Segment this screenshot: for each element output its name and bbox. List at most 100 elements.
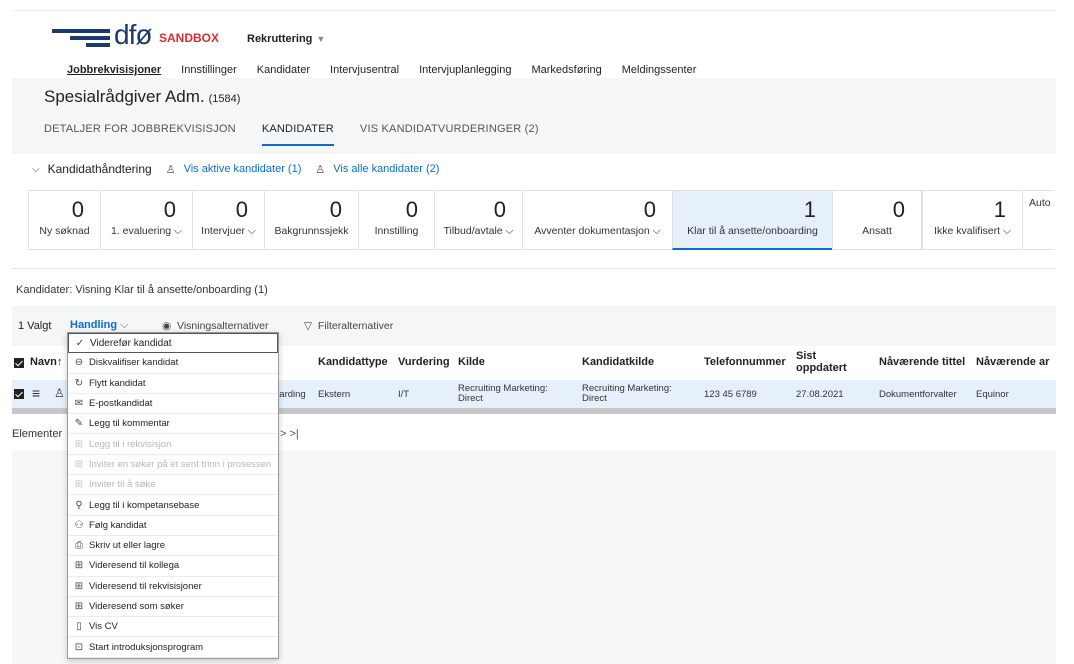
menu-item-3[interactable]: ✉ E-postkandidat [68, 394, 278, 415]
menu-item-2[interactable]: ↻ Flytt kandidat [68, 374, 278, 394]
menu-item-0[interactable]: ✓ Viderefør kandidat [68, 333, 278, 354]
status-label: Bakgrunnssjekk [274, 225, 349, 237]
view-options-button[interactable]: ◉ Visningsalternativer [162, 320, 268, 332]
menu-item-label: E-postkandidat [89, 398, 153, 410]
status-count: 0 [329, 197, 342, 222]
status-tile-2[interactable]: 0 Intervjuer ⌵ [192, 190, 264, 250]
menu-item-label: Flytt kandidat [89, 377, 146, 389]
chevron-down-icon: ▼ [316, 34, 326, 44]
onboarding-icon: ⊡ [74, 641, 84, 653]
pager-next-last[interactable]: > >| [280, 428, 299, 440]
row-checkbox[interactable] [14, 389, 24, 399]
menu-item-label: Følg kandidat [89, 519, 147, 531]
status-count: 0 [892, 197, 905, 222]
column-current-employer[interactable]: Nåværende ar [976, 356, 1049, 368]
forward-icon: ⊞ [74, 560, 84, 572]
menu-item-label: Skriv ut eller lagre [89, 540, 166, 552]
status-tile-8[interactable]: 0 Ansatt [832, 190, 922, 250]
status-tile-1[interactable]: 0 1. evaluering ⌵ [100, 190, 192, 250]
column-name[interactable]: Navn↑ [30, 356, 62, 368]
status-count: 0 [405, 197, 418, 222]
menu-item-9[interactable]: ⚇ Følg kandidat [68, 516, 278, 536]
logo-text: dfø [114, 19, 152, 50]
nav-item-0[interactable]: Jobbrekvisisjoner [67, 64, 161, 76]
email-icon: ✉ [74, 398, 84, 410]
check-icon: ✓ [75, 337, 85, 349]
all-candidates-link[interactable]: Vis alle kandidater (2) [333, 163, 439, 175]
nav-item-6[interactable]: Meldingssenter [622, 64, 697, 76]
menu-item-label: Videresend til rekvisisjoner [89, 580, 202, 592]
status-count: 0 [71, 197, 84, 222]
select-all-checkbox[interactable] [14, 358, 24, 368]
status-tile-7[interactable]: 1 Klar til å ansette/onboarding [672, 190, 832, 250]
person-icon: ♙ [315, 163, 326, 176]
menu-item-7: ⊞ Inviter til å søke [68, 475, 278, 496]
nav-item-3[interactable]: Intervjusentral [330, 64, 399, 76]
app-switcher[interactable]: Rekruttering ▼ [247, 33, 325, 45]
nav-item-1[interactable]: Innstillinger [181, 64, 237, 76]
column-phone[interactable]: Telefonnummer [704, 356, 786, 368]
menu-item-11[interactable]: ⊞ Videresend til kollega [68, 556, 278, 577]
menu-item-5: ⊞ Legg til i rekvisisjon [68, 434, 278, 455]
status-tile-right-0[interactable]: 1 Ikke kvalifisert ⌵ [922, 190, 1022, 250]
row-menu-icon[interactable]: ≡ [32, 386, 40, 400]
shell-header: dfø SANDBOX Rekruttering ▼ Jobbrekvisisjo… [12, 10, 1056, 78]
menu-item-label: Inviter til å søke [89, 479, 156, 491]
page-title: Spesialrådgiver Adm. (1584) [44, 87, 240, 107]
requisition-header: Spesialrådgiver Adm. (1584) DETALJER FOR … [12, 78, 1056, 154]
top-nav: Jobbrekvisisjoner Innstillinger Kandidater… [67, 64, 716, 76]
tab-details[interactable]: DETALJER FOR JOBBREKVISISJON [44, 123, 236, 146]
nav-item-2[interactable]: Kandidater [257, 64, 310, 76]
column-candidate-type[interactable]: Kandidattype [318, 356, 388, 368]
dfo-logo[interactable]: dfø SANDBOX [52, 19, 224, 55]
menu-item-13[interactable]: ⊞ Videresend som søker [68, 597, 278, 618]
status-tile-5[interactable]: 0 Tilbud/avtale ⌵ [434, 190, 522, 250]
follow-icon: ⚇ [74, 519, 84, 531]
status-label: 1. evaluering ⌵ [111, 225, 182, 237]
status-count: 0 [493, 197, 506, 222]
column-source[interactable]: Kilde [458, 356, 485, 368]
row-source: Recruiting Marketing: Direct [458, 383, 548, 404]
chevron-down-icon[interactable]: ⌵ [32, 164, 40, 175]
menu-item-12[interactable]: ⊞ Videresend til rekvisisjoner [68, 577, 278, 597]
person-icon: ♙ [54, 386, 65, 400]
row-candidate-source: Recruiting Marketing: Direct [582, 383, 672, 404]
menu-item-10[interactable]: ⎙ Skriv ut eller lagre [68, 536, 278, 557]
menu-item-1[interactable]: ⊖ Diskvalifiser kandidat [68, 353, 278, 374]
person-icon: ♙ [165, 163, 176, 176]
column-current-title[interactable]: Nåværende tittel [879, 356, 965, 368]
invite-apply-icon: ⊞ [74, 479, 84, 491]
row-rating: I/T [398, 389, 410, 400]
sandbox-label: SANDBOX [159, 31, 220, 45]
nav-item-5[interactable]: Markedsføring [531, 64, 601, 76]
menu-item-8[interactable]: ⚲ Legg til i kompetansebase [68, 495, 278, 516]
active-candidates-link[interactable]: Vis aktive kandidater (1) [184, 163, 302, 175]
filter-options-button[interactable]: ▽ Filteralternativer [304, 320, 393, 332]
forward-requisition-icon: ⊞ [74, 580, 84, 592]
tab-candidates[interactable]: KANDIDATER [261, 123, 334, 146]
document-icon: ▯ [76, 621, 82, 633]
status-label: Klar til å ansette/onboarding [687, 225, 818, 237]
tab-assessments[interactable]: VIS KANDIDATVURDERINGER (2) [360, 123, 539, 146]
column-rating[interactable]: Vurdering [398, 356, 450, 368]
nav-item-4[interactable]: Intervjuplanlegging [419, 64, 511, 76]
status-tile-3[interactable]: 0 Bakgrunnssjekk [264, 190, 358, 250]
menu-item-4[interactable]: ✎ Legg til kommentar [68, 414, 278, 435]
tab-bar: DETALJER FOR JOBBREKVISISJON KANDIDATER … [44, 123, 565, 146]
status-tile-4[interactable]: 0 Innstilling [358, 190, 434, 250]
status-tile-right-1[interactable]: Auto [1022, 190, 1054, 250]
menu-item-14[interactable]: ▯ Vis CV [68, 617, 278, 638]
view-options-label: Visningsalternativer [177, 320, 269, 332]
row-phone: 123 45 6789 [704, 389, 757, 400]
action-menu-button[interactable]: Handling ⌵ [70, 319, 128, 332]
menu-item-label: Legg til i rekvisisjon [89, 438, 172, 450]
row-current-title: Dokumentforvalter [879, 389, 957, 400]
column-candidate-source[interactable]: Kandidatkilde [582, 356, 654, 368]
status-tile-0[interactable]: 0 Ny søknad [28, 190, 100, 250]
status-label: Auto [1029, 197, 1051, 209]
status-tile-6[interactable]: 0 Avventer dokumentasjon ⌵ [522, 190, 672, 250]
status-count: 1 [803, 197, 816, 222]
menu-item-15[interactable]: ⊡ Start introduksjonsprogram [68, 637, 278, 658]
status-pipeline: 0 Ny søknad 0 1. evaluering ⌵ 0 Intervjuer ⌵ 0… [28, 190, 922, 250]
column-last-updated[interactable]: Sist oppdatert [796, 350, 856, 374]
